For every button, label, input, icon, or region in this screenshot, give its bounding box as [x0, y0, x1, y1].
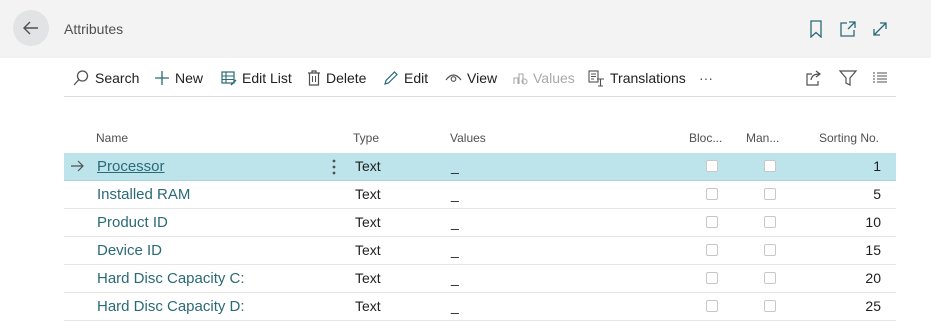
attribute-values[interactable]: _ — [451, 181, 459, 208]
values-label: Values — [533, 70, 575, 86]
attribute-name-link[interactable]: Hard Disc Capacity D: — [97, 293, 245, 320]
page-header: Attributes — [0, 0, 931, 58]
list-view-button[interactable] — [870, 68, 890, 88]
blocked-checkbox[interactable] — [706, 244, 718, 256]
row-selected-arrow-icon — [71, 160, 84, 172]
mandatory-checkbox[interactable] — [764, 160, 776, 172]
edit-list-action[interactable]: Edit List — [221, 66, 292, 90]
view-action[interactable]: View — [445, 66, 497, 90]
edit-label: Edit — [404, 70, 429, 86]
attribute-name-link[interactable]: Product ID — [97, 209, 168, 236]
values-action[interactable]: Values — [512, 66, 575, 90]
action-bar: Search New Edit List Delete Edit View Va… — [64, 58, 896, 97]
share-button[interactable] — [804, 68, 824, 88]
new-action[interactable]: New — [154, 66, 203, 90]
search-action[interactable]: Search — [72, 66, 139, 90]
attribute-name-link[interactable]: Hard Disc Capacity C: — [97, 265, 245, 292]
more-actions-button[interactable]: ··· — [699, 66, 713, 90]
bookmark-button[interactable] — [806, 19, 826, 39]
sorting-no[interactable]: 20 — [865, 265, 881, 292]
attribute-values[interactable]: _ — [451, 153, 459, 180]
delete-label: Delete — [326, 70, 367, 86]
blocked-checkbox[interactable] — [706, 216, 718, 228]
column-header-name[interactable]: Name — [96, 131, 128, 145]
mandatory-checkbox[interactable] — [764, 188, 776, 200]
table-row[interactable]: Device ID Text _ 15 — [64, 237, 896, 265]
edit-action[interactable]: Edit — [383, 66, 428, 90]
table-row[interactable]: Processor Text _ 1 — [64, 153, 896, 181]
sorting-no[interactable]: 10 — [865, 209, 881, 236]
expand-icon — [873, 22, 887, 36]
attribute-values[interactable]: _ — [451, 237, 459, 264]
row-actions-menu-button[interactable] — [330, 158, 338, 176]
plus-icon — [155, 71, 169, 85]
column-header-sorting-no[interactable]: Sorting No. — [819, 131, 879, 145]
filter-button[interactable] — [838, 68, 858, 88]
edit-list-label: Edit List — [242, 70, 292, 86]
open-new-window-button[interactable] — [838, 19, 858, 39]
sorting-no[interactable]: 5 — [873, 181, 881, 208]
mandatory-checkbox[interactable] — [764, 300, 776, 312]
sorting-no[interactable]: 25 — [865, 293, 881, 320]
mandatory-checkbox[interactable] — [764, 216, 776, 228]
translations-icon — [588, 69, 604, 87]
search-icon — [73, 70, 89, 86]
sorting-no[interactable]: 1 — [873, 153, 881, 180]
delete-action[interactable]: Delete — [307, 66, 366, 90]
column-header-type[interactable]: Type — [353, 131, 379, 145]
page-title: Attributes — [64, 21, 124, 37]
blocked-checkbox[interactable] — [706, 188, 718, 200]
attribute-type[interactable]: Text — [355, 265, 381, 292]
column-header-values[interactable]: Values — [450, 131, 486, 145]
pencil-icon — [384, 71, 398, 85]
search-label: Search — [95, 70, 140, 86]
view-label: View — [467, 70, 498, 86]
blocked-checkbox[interactable] — [706, 300, 718, 312]
attribute-type[interactable]: Text — [355, 153, 381, 180]
content-area: Search New Edit List Delete Edit View Va… — [0, 58, 931, 322]
mandatory-checkbox[interactable] — [764, 244, 776, 256]
column-header-mandatory[interactable]: Man... — [746, 131, 779, 145]
table-row[interactable]: Hard Disc Capacity D: Text _ 25 — [64, 293, 896, 321]
column-header-blocked[interactable]: Bloc... — [689, 131, 722, 145]
filter-icon — [839, 70, 857, 86]
new-label: New — [175, 70, 204, 86]
attribute-type[interactable]: Text — [355, 237, 381, 264]
more-label: ··· — [699, 70, 713, 86]
table-row[interactable]: Installed RAM Text _ 5 — [64, 181, 896, 209]
blocked-checkbox[interactable] — [706, 160, 718, 172]
back-arrow-icon — [23, 21, 38, 35]
table-row[interactable]: Hard Disc Capacity C: Text _ 20 — [64, 265, 896, 293]
mandatory-checkbox[interactable] — [764, 272, 776, 284]
trash-icon — [308, 70, 320, 86]
open-new-window-icon — [840, 21, 856, 37]
attribute-name-link[interactable]: Processor — [97, 153, 165, 180]
attribute-type[interactable]: Text — [355, 209, 381, 236]
attribute-values[interactable]: _ — [451, 209, 459, 236]
translations-label: Translations — [610, 70, 686, 86]
vertical-ellipsis-icon — [332, 159, 336, 175]
translations-action[interactable]: Translations — [588, 66, 686, 90]
attribute-values[interactable]: _ — [451, 265, 459, 292]
expand-button[interactable] — [870, 19, 890, 39]
attribute-name-link[interactable]: Device ID — [97, 237, 162, 264]
blocked-checkbox[interactable] — [706, 272, 718, 284]
attribute-type[interactable]: Text — [355, 293, 381, 320]
share-icon — [806, 70, 821, 86]
attribute-values[interactable]: _ — [451, 293, 459, 320]
table-row[interactable]: Product ID Text _ 10 — [64, 209, 896, 237]
bookmark-icon — [810, 20, 822, 38]
attribute-type[interactable]: Text — [355, 181, 381, 208]
list-icon — [873, 72, 887, 83]
back-button[interactable] — [13, 10, 49, 46]
sorting-no[interactable]: 15 — [865, 237, 881, 264]
values-icon — [513, 73, 528, 85]
edit-list-icon — [221, 71, 237, 86]
eye-icon — [445, 74, 462, 82]
attribute-name-link[interactable]: Installed RAM — [97, 181, 190, 208]
